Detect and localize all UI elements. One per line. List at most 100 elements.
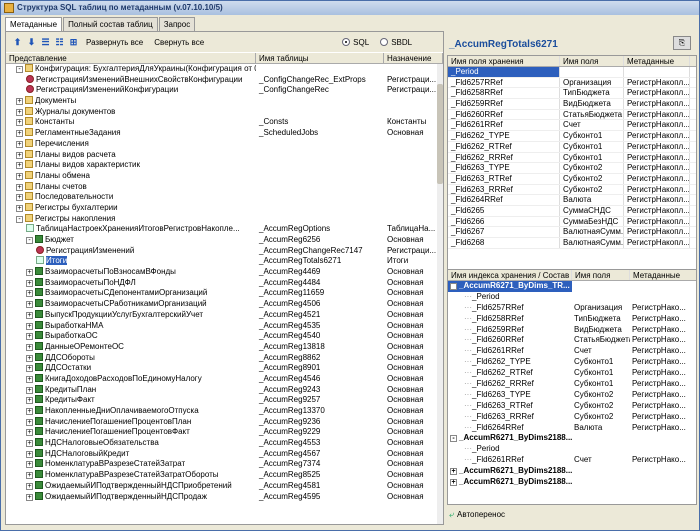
tree-row[interactable]: + ВзаиморасчетыСРаботникамиОрганизаций _Ac… (6, 299, 443, 310)
expand-icon[interactable]: + (26, 343, 33, 351)
col-header-field-name[interactable]: Имя поля (560, 56, 624, 66)
expand-icon[interactable]: + (26, 311, 33, 319)
field-row[interactable]: _Fld6265 СуммаСНДС РегистрНакопл... (448, 205, 696, 217)
field-row[interactable]: _Period (448, 67, 696, 78)
index-row[interactable]: ···_Fld6264RRef Валюта РегистрНако... (448, 423, 696, 434)
tree-row[interactable]: + КнигаДоходовРасходовПоЕдиномуНалогу _Acc… (6, 373, 443, 385)
expand-icon[interactable]: + (26, 429, 33, 437)
expand-icon[interactable]: + (16, 162, 23, 170)
field-row[interactable]: _Fld6261RRef Счет РегистрНакопл... (448, 120, 696, 132)
expand-icon[interactable]: + (26, 493, 33, 501)
expand-icon[interactable]: + (26, 472, 33, 480)
tree-row[interactable]: + ОжидаемыйИПодтвержденныйНДСПриобретений… (6, 480, 443, 492)
expand-icon[interactable]: + (26, 354, 33, 362)
expand-icon[interactable]: + (26, 461, 33, 469)
col-header-table[interactable]: Имя таблицы (256, 53, 384, 63)
tree-row[interactable]: + ОжидаемыйИПодтвержденныйНДСПродаж _Accum… (6, 491, 443, 503)
index-row[interactable]: ···_Fld6260RRef СтатьяБюджета РегистрНако.… (448, 335, 696, 346)
index-row[interactable]: ···_Fld6259RRef ВидБюджета РегистрНако... (448, 325, 696, 336)
tree-row[interactable]: + КредитыПлан _AccumReg9243 Основная (6, 384, 443, 396)
tree-row[interactable]: РегистрацияИзменений _AccumRegChangeRec71… (6, 245, 443, 257)
expand-tree-icon[interactable]: ⊞ (68, 37, 79, 48)
expand-icon[interactable]: + (26, 365, 33, 373)
tree-row[interactable]: + РегламентныеЗадания _ScheduledJobs Основн… (6, 128, 443, 139)
tree-row[interactable]: + ВзаиморасчетыСДепонентамиОрганизаций _Ac… (6, 288, 443, 299)
index-row[interactable]: - _AccumR6271_ByDims2188... (448, 433, 696, 444)
tree-row[interactable]: + Планы видов характеристик (6, 160, 443, 171)
expand-all-button[interactable]: Развернуть все (86, 38, 143, 47)
field-row[interactable]: _Fld6267 ВалютнаяСумм... РегистрНакопл... (448, 227, 696, 238)
expand-icon[interactable]: + (26, 333, 33, 341)
index-row[interactable]: ···_Period (448, 292, 696, 303)
arrow-down-icon[interactable]: ⬇ (26, 37, 37, 48)
expand-icon[interactable]: + (26, 397, 33, 405)
field-row[interactable]: _Fld6264RRef Валюта РегистрНакопл... (448, 195, 696, 206)
tree-row[interactable]: + ВзаиморасчетыПоНДФЛ _AccumReg4484 Основна… (6, 277, 443, 289)
expand-icon[interactable]: + (26, 450, 33, 458)
col-header-metadata[interactable]: Метаданные (624, 56, 690, 66)
tree-row[interactable]: - Регистры накопления (6, 213, 443, 225)
tree-row[interactable]: + НоменклатураВРазрезеСтатейЗатратОбороты… (6, 470, 443, 481)
index-row[interactable]: - _AccumR6271_ByDims_TR... (448, 281, 696, 292)
index-row[interactable]: + _AccumR6271_ByDims2188... (448, 477, 696, 488)
expand-icon[interactable]: + (16, 130, 23, 138)
field-row[interactable]: _Fld6263_TYPE Субконто2 РегистрНакопл... (448, 163, 696, 174)
collapse-icon[interactable]: - (16, 215, 23, 223)
index-row[interactable]: ···_Fld6261RRef Счет РегистрНако... (448, 455, 696, 466)
tree-row[interactable]: + ДанныеОРемонтеОС _AccumReg13818 Основная (6, 341, 443, 353)
expand-icon[interactable]: + (26, 269, 33, 277)
collapse-icon[interactable]: - (450, 283, 457, 290)
tree-row[interactable]: + Планы счетов (6, 181, 443, 193)
expand-icon[interactable]: + (450, 468, 457, 476)
radio-sbdl[interactable]: SBDL (380, 38, 412, 47)
index-row[interactable]: ···_Period (448, 444, 696, 455)
field-row[interactable]: _Fld6258RRef ТипБюджета РегистрНакопл... (448, 88, 696, 100)
field-row[interactable]: _Fld6262_TYPE Субконто1 РегистрНакопл... (448, 131, 696, 142)
radio-sql[interactable]: SQL (342, 38, 369, 47)
expand-icon[interactable]: + (26, 408, 33, 415)
radio-sbdl-dot[interactable] (380, 38, 389, 46)
col-header-index[interactable]: Имя индекса хранения / Состав (448, 270, 572, 280)
expand-icon[interactable]: + (26, 482, 33, 490)
index-row[interactable]: ···_Fld6263_TYPE Субконто2 РегистрНако... (448, 390, 696, 401)
sort-asc-icon[interactable]: ☰ (40, 37, 51, 48)
collapse-all-button[interactable]: Свернуть все (154, 38, 204, 47)
expand-icon[interactable]: + (16, 183, 23, 191)
expand-icon[interactable]: + (16, 204, 23, 212)
collapse-icon[interactable]: - (450, 435, 457, 443)
tab-metadata[interactable]: Метаданные (5, 17, 63, 31)
tree-row[interactable]: + ВыработкаНМА _AccumReg4535 Основная (6, 320, 443, 332)
tree-row[interactable]: + Журналы документов (6, 106, 443, 118)
expand-icon[interactable]: + (26, 290, 33, 298)
scrollbar-thumb[interactable] (437, 84, 443, 184)
field-row[interactable]: _Fld6263_RTRef Субконто2 РегистрНакопл... (448, 173, 696, 185)
field-row[interactable]: _Fld6257RRef Организация РегистрНакопл... (448, 77, 696, 89)
tree-row[interactable]: + Планы обмена (6, 170, 443, 182)
tree-row[interactable]: РегистрацияИзмененийВнешнихСвойствКонфиг… (6, 74, 443, 86)
sort-desc-icon[interactable]: ☷ (54, 37, 65, 48)
expand-icon[interactable]: + (16, 151, 23, 159)
tree-row[interactable]: ТаблицаНастроекХраненияИтоговРегистровНа… (6, 224, 443, 235)
tree-row[interactable]: + ДДСОстатки _AccumReg8901 Основная (6, 363, 443, 374)
tree-row[interactable]: - Конфигурация: БухгалтерияДляУкраины(Кон… (6, 64, 443, 75)
expand-icon[interactable]: + (26, 386, 33, 394)
expand-icon[interactable]: + (16, 140, 23, 148)
autowrap-button[interactable]: ⤶ Автоперенос (449, 509, 505, 520)
tree-row[interactable]: + ВыпускПродукцииУслугБухгалтерскийУчет _A… (6, 309, 443, 321)
tree-row[interactable]: + НДСНалоговыеОбязательства _AccumReg4553 О… (6, 438, 443, 449)
field-row[interactable]: _Fld6268 ВалютнаяСумм... РегистрНакопл... (448, 238, 696, 249)
tree-row[interactable]: РегистрацияИзмененийКонфигурации _ConfigC… (6, 85, 443, 96)
expand-icon[interactable]: + (26, 322, 33, 330)
index-row[interactable]: ···_Fld6261RRef Счет РегистрНако... (448, 346, 696, 357)
tree-row[interactable]: Итоги _AccumRegTotals6271 Итоги (6, 256, 443, 267)
field-row[interactable]: _Fld6259RRef ВидБюджета РегистрНакопл... (448, 99, 696, 110)
tab-full-tables[interactable]: Полный состав таблиц (63, 17, 158, 31)
expand-icon[interactable]: + (26, 418, 33, 426)
tree-row[interactable]: - Бюджет _AccumReg6256 Основная (6, 235, 443, 246)
field-row[interactable]: _Fld6262_RTRef Субконто1 РегистрНакопл... (448, 141, 696, 153)
expand-icon[interactable]: + (26, 440, 33, 448)
expand-icon[interactable]: + (26, 301, 33, 309)
expand-icon[interactable]: + (26, 279, 33, 287)
tree-row[interactable]: + НакопленныеДниОплачиваемогоОтпуска _Accu… (6, 406, 443, 417)
col-header-purpose[interactable]: Назначение (384, 53, 443, 63)
